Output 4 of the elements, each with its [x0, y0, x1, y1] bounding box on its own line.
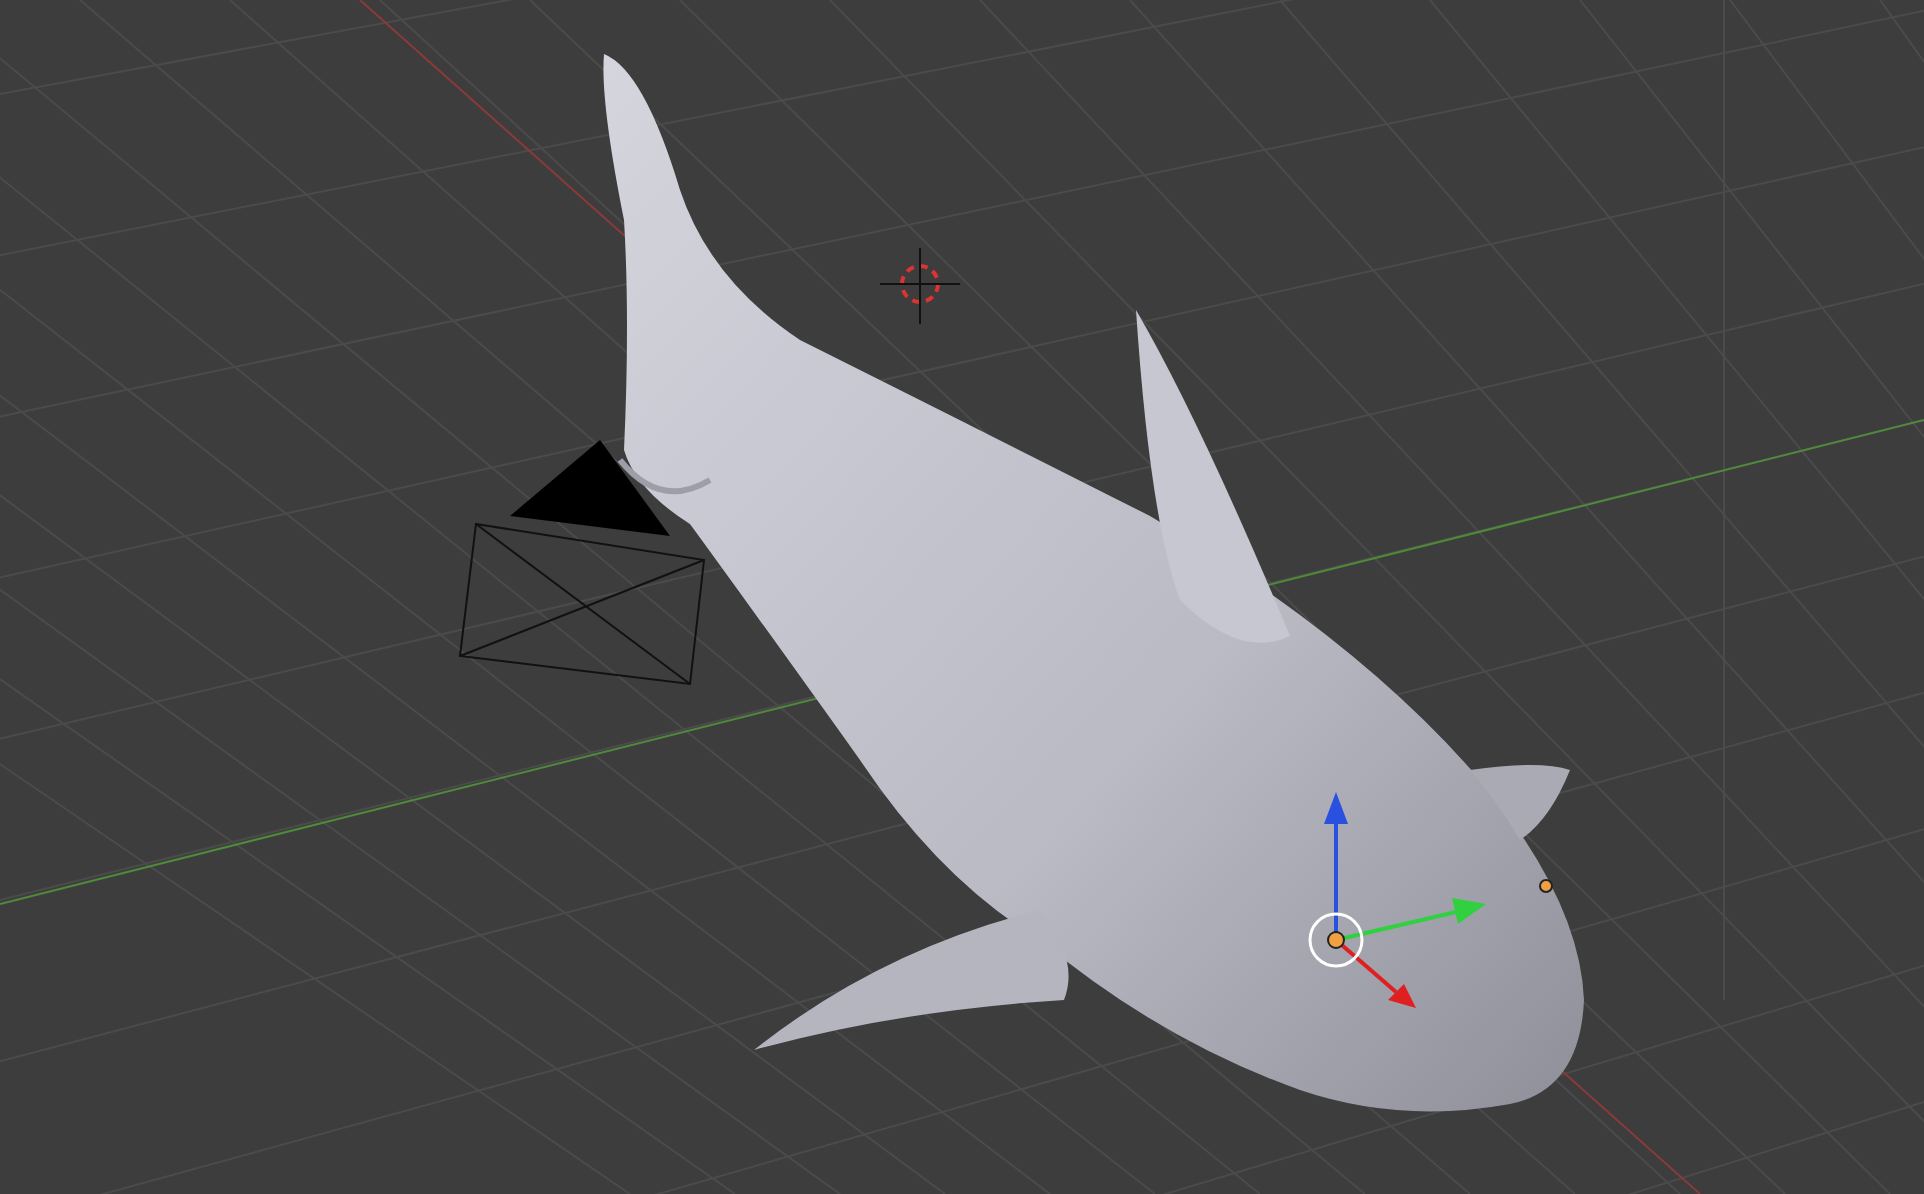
- lamp-icon: [1539, 879, 1553, 893]
- transform-gizmo-drawing[interactable]: [1308, 792, 1486, 1008]
- 3d-cursor-icon: [879, 247, 961, 325]
- 3d-viewport[interactable]: [0, 0, 1924, 1194]
